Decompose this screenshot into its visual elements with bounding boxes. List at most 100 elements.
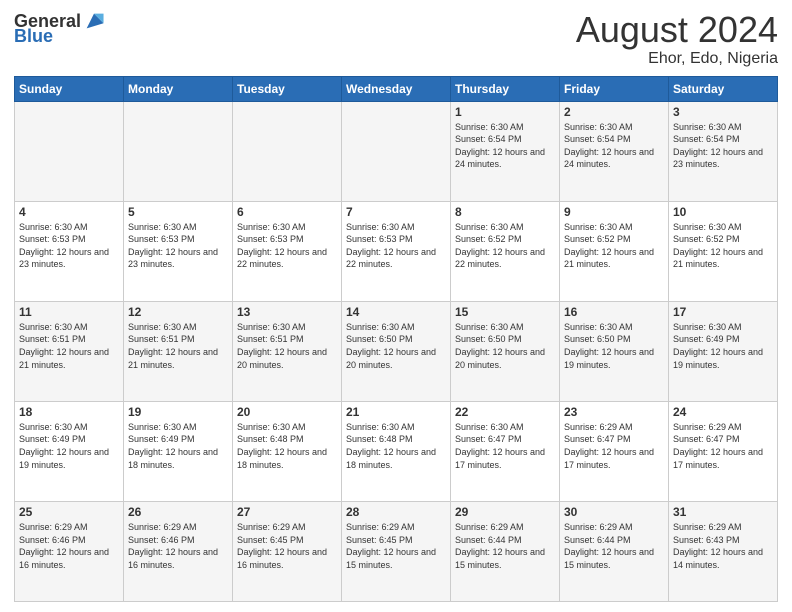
- calendar-week-row: 11 Sunrise: 6:30 AMSunset: 6:51 PMDayligh…: [15, 301, 778, 401]
- day-number: 14: [346, 305, 446, 319]
- day-number: 18: [19, 405, 119, 419]
- calendar-cell: 20 Sunrise: 6:30 AMSunset: 6:48 PMDayligh…: [233, 401, 342, 501]
- day-number: 19: [128, 405, 228, 419]
- calendar-cell: 5 Sunrise: 6:30 AMSunset: 6:53 PMDaylight…: [124, 201, 233, 301]
- day-info: Sunrise: 6:30 AMSunset: 6:53 PMDaylight:…: [346, 221, 446, 271]
- calendar-cell: 15 Sunrise: 6:30 AMSunset: 6:50 PMDayligh…: [451, 301, 560, 401]
- day-info: Sunrise: 6:29 AMSunset: 6:47 PMDaylight:…: [564, 421, 664, 471]
- header: General Blue August 2024 Ehor, Edo, Nige…: [14, 10, 778, 68]
- day-info: Sunrise: 6:30 AMSunset: 6:54 PMDaylight:…: [564, 121, 664, 171]
- calendar-table: SundayMondayTuesdayWednesdayThursdayFrid…: [14, 76, 778, 602]
- day-info: Sunrise: 6:30 AMSunset: 6:50 PMDaylight:…: [455, 321, 555, 371]
- day-info: Sunrise: 6:30 AMSunset: 6:48 PMDaylight:…: [237, 421, 337, 471]
- day-info: Sunrise: 6:30 AMSunset: 6:49 PMDaylight:…: [128, 421, 228, 471]
- day-info: Sunrise: 6:29 AMSunset: 6:47 PMDaylight:…: [673, 421, 773, 471]
- day-number: 6: [237, 205, 337, 219]
- calendar-week-row: 1 Sunrise: 6:30 AMSunset: 6:54 PMDaylight…: [15, 101, 778, 201]
- day-number: 1: [455, 105, 555, 119]
- day-info: Sunrise: 6:30 AMSunset: 6:47 PMDaylight:…: [455, 421, 555, 471]
- calendar-cell: 6 Sunrise: 6:30 AMSunset: 6:53 PMDaylight…: [233, 201, 342, 301]
- calendar-day-header: Saturday: [669, 76, 778, 101]
- day-info: Sunrise: 6:29 AMSunset: 6:44 PMDaylight:…: [564, 521, 664, 571]
- day-number: 8: [455, 205, 555, 219]
- calendar-week-row: 4Sunrise: 6:30 AMSunset: 6:53 PMDaylight…: [15, 201, 778, 301]
- calendar-cell: 23Sunrise: 6:29 AMSunset: 6:47 PMDayligh…: [560, 401, 669, 501]
- day-number: 22: [455, 405, 555, 419]
- day-info: Sunrise: 6:30 AMSunset: 6:51 PMDaylight:…: [128, 321, 228, 371]
- calendar-cell: 10 Sunrise: 6:30 AMSunset: 6:52 PMDayligh…: [669, 201, 778, 301]
- day-info: Sunrise: 6:30 AMSunset: 6:48 PMDaylight:…: [346, 421, 446, 471]
- day-info: Sunrise: 6:30 AMSunset: 6:52 PMDaylight:…: [564, 221, 664, 271]
- calendar-cell: 8Sunrise: 6:30 AMSunset: 6:52 PMDaylight…: [451, 201, 560, 301]
- day-number: 16: [564, 305, 664, 319]
- day-number: 7: [346, 205, 446, 219]
- day-number: 15: [455, 305, 555, 319]
- day-number: 21: [346, 405, 446, 419]
- calendar-cell: 21 Sunrise: 6:30 AMSunset: 6:48 PMDayligh…: [342, 401, 451, 501]
- day-info: Sunrise: 6:29 AMSunset: 6:46 PMDaylight:…: [19, 521, 119, 571]
- calendar-cell: 9 Sunrise: 6:30 AMSunset: 6:52 PMDaylight…: [560, 201, 669, 301]
- calendar-cell: 29 Sunrise: 6:29 AMSunset: 6:44 PMDayligh…: [451, 501, 560, 601]
- day-info: Sunrise: 6:30 AMSunset: 6:53 PMDaylight:…: [19, 221, 119, 271]
- calendar-cell: [124, 101, 233, 201]
- subtitle: Ehor, Edo, Nigeria: [576, 50, 778, 68]
- calendar-cell: 12 Sunrise: 6:30 AMSunset: 6:51 PMDayligh…: [124, 301, 233, 401]
- calendar-cell: [15, 101, 124, 201]
- day-info: Sunrise: 6:30 AMSunset: 6:50 PMDaylight:…: [564, 321, 664, 371]
- day-number: 30: [564, 505, 664, 519]
- logo: General Blue: [14, 10, 105, 47]
- day-number: 29: [455, 505, 555, 519]
- day-info: Sunrise: 6:30 AMSunset: 6:49 PMDaylight:…: [673, 321, 773, 371]
- day-info: Sunrise: 6:30 AMSunset: 6:53 PMDaylight:…: [128, 221, 228, 271]
- day-info: Sunrise: 6:29 AMSunset: 6:45 PMDaylight:…: [237, 521, 337, 571]
- calendar-cell: 16 Sunrise: 6:30 AMSunset: 6:50 PMDayligh…: [560, 301, 669, 401]
- calendar-cell: [233, 101, 342, 201]
- page: General Blue August 2024 Ehor, Edo, Nige…: [0, 0, 792, 612]
- calendar-week-row: 25 Sunrise: 6:29 AMSunset: 6:46 PMDayligh…: [15, 501, 778, 601]
- day-info: Sunrise: 6:30 AMSunset: 6:50 PMDaylight:…: [346, 321, 446, 371]
- day-info: Sunrise: 6:30 AMSunset: 6:52 PMDaylight:…: [673, 221, 773, 271]
- calendar-cell: 24Sunrise: 6:29 AMSunset: 6:47 PMDayligh…: [669, 401, 778, 501]
- day-number: 13: [237, 305, 337, 319]
- calendar-cell: 13Sunrise: 6:30 AMSunset: 6:51 PMDayligh…: [233, 301, 342, 401]
- day-info: Sunrise: 6:30 AMSunset: 6:54 PMDaylight:…: [455, 121, 555, 171]
- calendar-day-header: Sunday: [15, 76, 124, 101]
- day-info: Sunrise: 6:29 AMSunset: 6:46 PMDaylight:…: [128, 521, 228, 571]
- day-number: 28: [346, 505, 446, 519]
- main-title: August 2024: [576, 10, 778, 50]
- calendar-cell: 30 Sunrise: 6:29 AMSunset: 6:44 PMDayligh…: [560, 501, 669, 601]
- day-number: 17: [673, 305, 773, 319]
- calendar-header-row: SundayMondayTuesdayWednesdayThursdayFrid…: [15, 76, 778, 101]
- day-info: Sunrise: 6:29 AMSunset: 6:43 PMDaylight:…: [673, 521, 773, 571]
- day-number: 9: [564, 205, 664, 219]
- day-info: Sunrise: 6:30 AMSunset: 6:53 PMDaylight:…: [237, 221, 337, 271]
- day-info: Sunrise: 6:29 AMSunset: 6:44 PMDaylight:…: [455, 521, 555, 571]
- day-info: Sunrise: 6:30 AMSunset: 6:49 PMDaylight:…: [19, 421, 119, 471]
- day-number: 3: [673, 105, 773, 119]
- calendar-cell: 11Sunrise: 6:30 AMSunset: 6:51 PMDayligh…: [15, 301, 124, 401]
- day-number: 20: [237, 405, 337, 419]
- day-number: 12: [128, 305, 228, 319]
- calendar-cell: 1 Sunrise: 6:30 AMSunset: 6:54 PMDaylight…: [451, 101, 560, 201]
- calendar-day-header: Tuesday: [233, 76, 342, 101]
- logo-blue-text: Blue: [14, 26, 53, 47]
- calendar-cell: 25 Sunrise: 6:29 AMSunset: 6:46 PMDayligh…: [15, 501, 124, 601]
- day-number: 26: [128, 505, 228, 519]
- day-number: 11: [19, 305, 119, 319]
- calendar-cell: 14 Sunrise: 6:30 AMSunset: 6:50 PMDayligh…: [342, 301, 451, 401]
- calendar-week-row: 18 Sunrise: 6:30 AMSunset: 6:49 PMDayligh…: [15, 401, 778, 501]
- calendar-cell: 28Sunrise: 6:29 AMSunset: 6:45 PMDayligh…: [342, 501, 451, 601]
- calendar-cell: [342, 101, 451, 201]
- day-info: Sunrise: 6:30 AMSunset: 6:54 PMDaylight:…: [673, 121, 773, 171]
- calendar-cell: 2Sunrise: 6:30 AMSunset: 6:54 PMDaylight…: [560, 101, 669, 201]
- day-number: 5: [128, 205, 228, 219]
- calendar-cell: 7 Sunrise: 6:30 AMSunset: 6:53 PMDaylight…: [342, 201, 451, 301]
- day-number: 31: [673, 505, 773, 519]
- calendar-cell: 26 Sunrise: 6:29 AMSunset: 6:46 PMDayligh…: [124, 501, 233, 601]
- day-number: 25: [19, 505, 119, 519]
- calendar-day-header: Friday: [560, 76, 669, 101]
- day-number: 10: [673, 205, 773, 219]
- title-area: August 2024 Ehor, Edo, Nigeria: [576, 10, 778, 68]
- calendar-cell: 19 Sunrise: 6:30 AMSunset: 6:49 PMDayligh…: [124, 401, 233, 501]
- calendar-cell: 22 Sunrise: 6:30 AMSunset: 6:47 PMDayligh…: [451, 401, 560, 501]
